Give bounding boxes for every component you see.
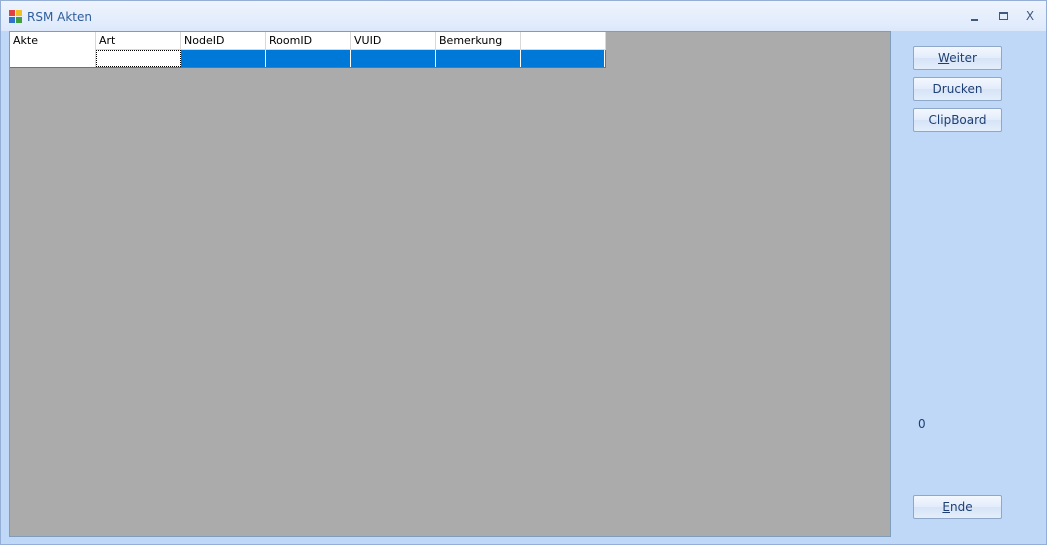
column-header-bemerkung[interactable]: Bemerkung — [436, 32, 521, 50]
ende-label: nde — [949, 500, 973, 514]
main-window: RSM Akten X Akte Art NodeID RoomID VUID … — [0, 0, 1047, 545]
weiter-label: eiter — [949, 51, 977, 65]
column-header-nodeid[interactable]: NodeID — [181, 32, 266, 50]
column-header-akte[interactable]: Akte — [10, 32, 96, 67]
window-title: RSM Akten — [27, 10, 92, 24]
title-bar[interactable]: RSM Akten X — [1, 1, 1046, 31]
grid-table[interactable]: Akte Art NodeID RoomID VUID Bemerkung — [10, 32, 606, 68]
cell-extra[interactable] — [521, 50, 605, 67]
app-icon — [9, 10, 22, 23]
cell-nodeid[interactable] — [181, 50, 266, 67]
record-count: 0 — [918, 417, 926, 431]
ende-button[interactable]: Ende — [913, 495, 1002, 519]
cell-bemerkung[interactable] — [436, 50, 521, 67]
minimize-button[interactable] — [968, 9, 982, 23]
drucken-button[interactable]: Drucken — [913, 77, 1002, 101]
maximize-icon — [999, 12, 1008, 20]
cell-vuid[interactable] — [351, 50, 436, 67]
ende-mnemonic: E — [942, 500, 950, 514]
cell-roomid[interactable] — [266, 50, 351, 67]
column-header-extra[interactable] — [521, 32, 606, 50]
minimize-icon — [971, 19, 978, 21]
clipboard-button[interactable]: ClipBoard — [913, 108, 1002, 132]
cell-art[interactable] — [96, 50, 181, 67]
weiter-button[interactable]: Weiter — [913, 46, 1002, 70]
maximize-button[interactable] — [996, 9, 1010, 23]
close-button[interactable]: X — [1023, 9, 1037, 23]
data-grid-view[interactable]: Akte Art NodeID RoomID VUID Bemerkung — [9, 31, 891, 537]
weiter-mnemonic: W — [938, 51, 950, 65]
column-header-vuid[interactable]: VUID — [351, 32, 436, 50]
column-header-art[interactable]: Art — [96, 32, 181, 50]
column-header-roomid[interactable]: RoomID — [266, 32, 351, 50]
